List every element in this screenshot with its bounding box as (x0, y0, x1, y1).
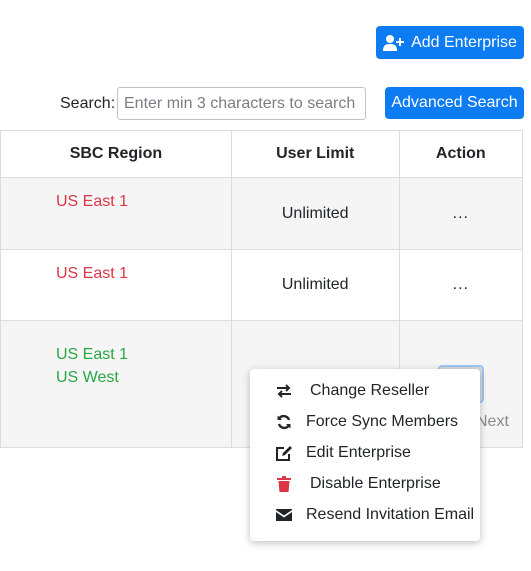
sync-icon (274, 413, 294, 431)
sbc-region-cell: US East 1 (0, 177, 232, 250)
sbc-region-cell: US East 1 US West (0, 320, 232, 448)
menu-item-label: Change Reseller (310, 382, 430, 399)
column-header-action: Action (398, 130, 524, 178)
edit-icon (274, 444, 294, 462)
action-cell: ... (398, 249, 524, 321)
region-text: US East 1 (56, 193, 129, 210)
action-dropdown-menu: Change Reseller Force Sync Members Edit … (250, 369, 480, 541)
envelope-icon (274, 506, 294, 524)
menu-item-label: Edit Enterprise (306, 444, 411, 461)
exchange-arrows-icon (274, 382, 294, 400)
trash-icon (274, 475, 294, 493)
menu-item-force-sync-members[interactable]: Force Sync Members (250, 408, 480, 436)
add-enterprise-button[interactable]: Add Enterprise (376, 26, 524, 59)
user-plus-icon (383, 34, 405, 52)
menu-item-label: Disable Enterprise (310, 475, 441, 492)
action-menu-button[interactable]: ... (453, 276, 469, 293)
user-limit-cell: Unlimited (230, 249, 400, 321)
table-row: US East 1 Unlimited ... (0, 177, 524, 250)
menu-item-label: Force Sync Members (306, 413, 459, 430)
search-input[interactable] (117, 87, 366, 120)
action-menu-button[interactable]: ... (453, 205, 469, 222)
column-header-user-limit[interactable]: User Limit (230, 130, 400, 178)
menu-item-edit-enterprise[interactable]: Edit Enterprise (250, 439, 480, 467)
search-label: Search: (60, 95, 116, 112)
region-text: US West (56, 369, 119, 386)
action-cell: ... (398, 177, 524, 250)
user-limit-cell: Unlimited (230, 177, 400, 250)
sbc-region-cell: US East 1 (0, 249, 232, 321)
advanced-search-button[interactable]: Advanced Search (385, 87, 524, 119)
region-text: US East 1 (56, 265, 129, 282)
menu-item-change-reseller[interactable]: Change Reseller (250, 377, 480, 405)
menu-item-resend-invitation-email[interactable]: Resend Invitation Email (250, 501, 480, 529)
table-header-row: SBC Region User Limit Action (0, 130, 524, 178)
column-header-sbc-region[interactable]: SBC Region (0, 130, 232, 178)
table-row: US East 1 Unlimited ... (0, 249, 524, 321)
region-text: US East 1 (56, 346, 129, 363)
menu-item-disable-enterprise[interactable]: Disable Enterprise (250, 470, 480, 498)
menu-item-label: Resend Invitation Email (306, 506, 475, 523)
add-enterprise-label: Add Enterprise (411, 33, 517, 51)
pagination-next-link[interactable]: Next (476, 413, 509, 431)
